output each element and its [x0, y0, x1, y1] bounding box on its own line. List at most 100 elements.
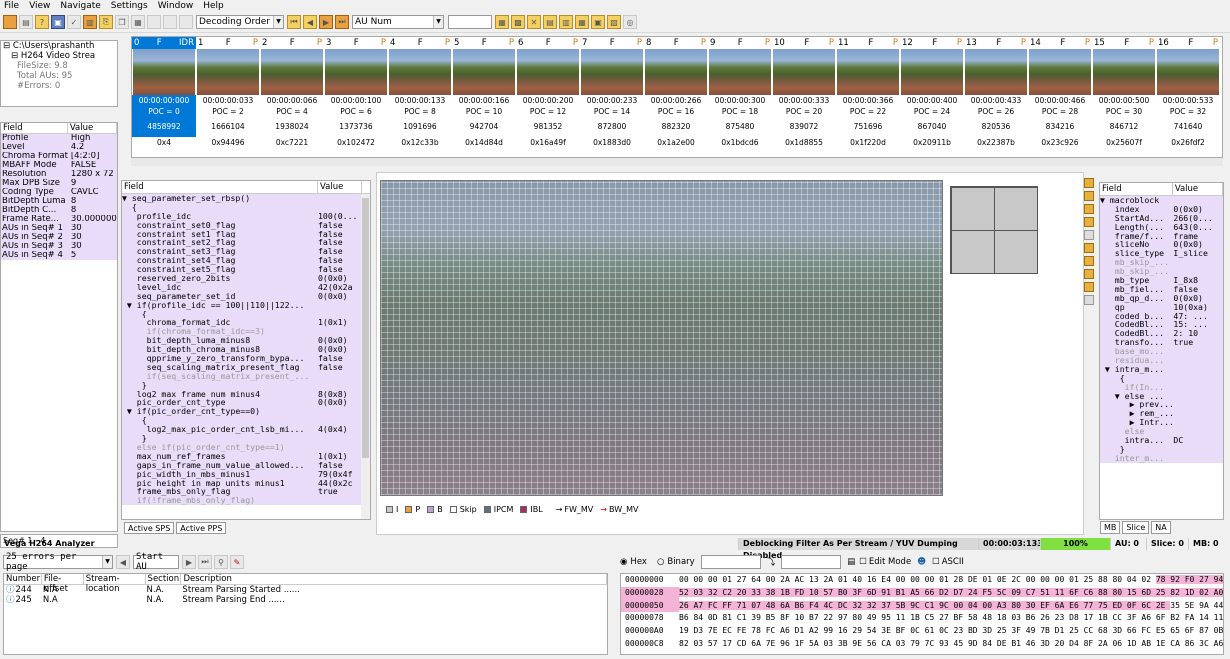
frame-cell[interactable]: 13 F P 00:00:00:433 POC = 26 820536 0x22387b [964, 37, 1028, 157]
syntax-row[interactable]: ▼ intra_m... [1100, 365, 1223, 374]
prev-frame-icon[interactable]: ◀ [303, 15, 317, 29]
syntax-row[interactable]: { [1100, 374, 1223, 383]
col-number[interactable]: Number [4, 574, 42, 584]
syntax-row[interactable]: inter_m... [1100, 454, 1223, 463]
syntax-row[interactable]: chroma_format_idc 1(0x1) [122, 318, 370, 327]
frame-cell[interactable]: 9 F P 00:00:00:300 POC = 18 875480 0x1bdcd6 [708, 37, 772, 157]
seq-row[interactable]: AUs in Seq# 1 30 [1, 224, 117, 233]
hex-offset-input[interactable] [700, 555, 761, 569]
syntax-row[interactable]: constraint_set5_flag false [122, 265, 370, 274]
syntax-row[interactable]: reserved_zero_2bits 0(0x0) [122, 274, 370, 283]
col-field[interactable]: Field [1, 123, 68, 133]
seq-row[interactable]: BitDepth Luma 8 [1, 197, 117, 206]
view-mode-icon[interactable] [1084, 204, 1094, 214]
error-row[interactable]: ⓘ244 N.A N.A. Stream Parsing Started ...... [4, 585, 607, 595]
frame-cell[interactable]: 16 F P 00:00:00:533 POC = 32 741640 0x26fdf2 [1156, 37, 1220, 157]
syntax-row[interactable]: constraint_set0_flag false [122, 221, 370, 230]
frame-cell[interactable]: 3 F P 00:00:00:100 POC = 6 1373736 0x102472 [324, 37, 388, 157]
menu-settings[interactable]: Settings [107, 1, 154, 11]
compare-icon[interactable]: ▧ [607, 15, 621, 29]
syntax-row[interactable]: seq_scaling_matrix_present_flag false [122, 363, 370, 372]
syntax-row[interactable]: qp 10(0xa) [1100, 303, 1223, 312]
camera-icon[interactable]: ◎ [623, 15, 637, 29]
syntax-scrollbar[interactable] [361, 194, 370, 519]
hex-row[interactable]: 000000C8 82 03 57 17 CD 6A 7E 96 1F 5A 03… [621, 638, 1223, 651]
syntax-row[interactable]: else if(pic_order_cnt_type==1) [122, 443, 370, 452]
frame-cell[interactable]: 15 F P 00:00:00:500 POC = 30 846712 0x25607f [1092, 37, 1156, 157]
seq-row[interactable]: MBAFF Mode FALSE [1, 161, 117, 170]
syntax-row[interactable]: ▼ if(profile_idc == 100||110||122... [122, 301, 370, 310]
col-file-offset[interactable]: File-offset [42, 574, 84, 594]
syntax-row[interactable]: ▼ seq_parameter_set_rbsp() [122, 194, 370, 203]
syntax-row[interactable]: sliceNo 0(0x0) [1100, 240, 1223, 249]
syntax-row[interactable]: else [1100, 427, 1223, 436]
radio-binary[interactable]: ○ [657, 557, 664, 567]
syntax-row[interactable]: if(seq_scaling_matrix_present_... [122, 372, 370, 381]
tab-slice[interactable]: Slice [1122, 521, 1150, 534]
mv-icon[interactable]: ✕ [527, 15, 541, 29]
next-page-icon[interactable]: ▶ [182, 555, 196, 569]
goto-input[interactable] [448, 15, 492, 29]
syntax-row[interactable]: ▶ prev... [1100, 400, 1223, 409]
syntax-row[interactable]: mb_fiel... false [1100, 285, 1223, 294]
tab-active-pps[interactable]: Active PPS [176, 522, 227, 534]
menu-navigate[interactable]: Navigate [56, 1, 106, 11]
syntax-row[interactable]: if(!frame_mbs_only_flag) [122, 496, 370, 505]
syntax-col-value[interactable]: Value [318, 181, 362, 193]
syntax-row[interactable]: pic_order_cnt_type 0(0x0) [122, 398, 370, 407]
syntax-row[interactable]: constraint_set2_flag false [122, 238, 370, 247]
filter-icon[interactable]: ▤ [543, 15, 557, 29]
seq-row[interactable]: Level 4.2 [1, 143, 117, 152]
overlay-icon[interactable]: ▦ [575, 15, 589, 29]
frame-cell[interactable]: 2 F P 00:00:00:066 POC = 4 1938024 0xc7221 [260, 37, 324, 157]
syntax-row[interactable]: } [1100, 445, 1223, 454]
layout-b-icon[interactable] [163, 15, 177, 29]
syntax-row[interactable]: transfo... true [1100, 338, 1223, 347]
frame-cell[interactable]: 10 F P 00:00:00:333 POC = 20 839072 0x1d8855 [772, 37, 836, 157]
syntax-row[interactable]: ▶ Intr... [1100, 418, 1223, 427]
edit-mode-checkbox[interactable]: ☐ [859, 557, 867, 567]
syntax-row[interactable]: level_idc 42(0x2a [122, 283, 370, 292]
last-frame-icon[interactable]: ⏭ [335, 15, 349, 29]
syntax-row[interactable]: seq_parameter_set_id 0(0x0) [122, 292, 370, 301]
next-frame-icon[interactable]: ▶ [319, 15, 333, 29]
syntax-row[interactable]: CodedBl... 15: ... [1100, 320, 1223, 329]
cascade-icon[interactable]: ❐ [115, 15, 129, 29]
seq-row[interactable]: BitDepth C... 8 [1, 206, 117, 215]
macroblock-frame-image[interactable] [380, 180, 943, 496]
view-mode-icon[interactable] [1084, 191, 1094, 201]
view-mode-icon[interactable] [1084, 256, 1094, 266]
menu-window[interactable]: Window [154, 1, 200, 11]
syntax-row[interactable]: ▶ rem_... [1100, 409, 1223, 418]
view-mode-icon[interactable] [1084, 243, 1094, 253]
syntax-row[interactable]: mb_skip_... [1100, 267, 1223, 276]
hex-row[interactable]: 00000028 52 03 32 C2 20 33 38 1B FD 10 57… [621, 586, 1223, 600]
tile-icon[interactable]: ▦ [131, 15, 145, 29]
pin-icon[interactable]: ✎ [230, 555, 244, 569]
syntax-row[interactable]: constraint_set1_flag false [122, 230, 370, 239]
tab-na[interactable]: NA [1151, 521, 1171, 534]
yuv-icon[interactable]: ▣ [591, 15, 605, 29]
syntax-row[interactable]: index 0(0x0) [1100, 205, 1223, 214]
seq-row[interactable]: Chroma Format [4:2:0] [1, 152, 117, 161]
seq-row[interactable]: Max DPB Size 9 [1, 179, 117, 188]
syntax-row[interactable]: Length(... 643(0... [1100, 223, 1223, 232]
hex-row[interactable]: 000000A0 19 D3 7E EC FE 78 FC A6 D1 A2 99… [621, 625, 1223, 638]
filter-icon[interactable]: ⚲ [214, 555, 228, 569]
col-section[interactable]: Section [146, 574, 182, 584]
frame-cell[interactable]: 4 F P 00:00:00:133 POC = 8 1091696 0x12c33b [388, 37, 452, 157]
tab-active-sps[interactable]: Active SPS [124, 522, 175, 534]
start-au-button[interactable]: Start AU [133, 552, 179, 572]
syntax-row[interactable]: frame_mbs_only_flag true [122, 487, 370, 496]
error-row[interactable]: ⓘ245 N.A N.A. Stream Parsing End ...... [4, 595, 607, 605]
stream-icon[interactable]: ▣ [51, 15, 65, 29]
syntax-row[interactable]: log2_max_frame_num_minus4 8(0x8) [122, 390, 370, 399]
unit-select[interactable]: AU Num ▼ [352, 15, 444, 29]
syntax-row[interactable]: qpprime_y_zero_transform_bypa... false [122, 354, 370, 363]
radio-hex[interactable]: ◉ [620, 557, 627, 567]
layout-c-icon[interactable] [179, 15, 193, 29]
seq-row[interactable]: Frame Rate... 30.000000 [1, 215, 117, 224]
save-icon[interactable]: ▤ [19, 15, 33, 29]
syntax-row[interactable]: StartAd... 266(0... [1100, 214, 1223, 223]
mb-col-value[interactable]: Value [1173, 183, 1223, 195]
